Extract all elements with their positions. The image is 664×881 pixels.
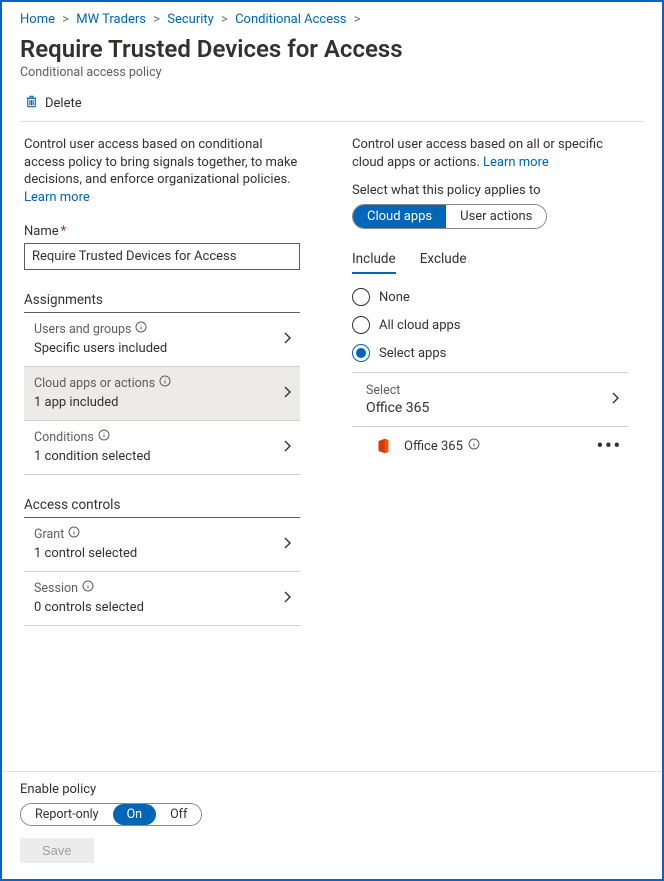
chevron-right-icon — [280, 331, 294, 349]
left-description: Control user access based on conditional… — [24, 136, 300, 206]
tab-include[interactable]: Include — [352, 251, 396, 274]
include-exclude-tabs: Include Exclude — [352, 251, 628, 274]
access-controls-heading: Access controls — [24, 497, 300, 513]
select-apps-row[interactable]: Select Office 365 — [352, 373, 628, 427]
tab-exclude[interactable]: Exclude — [420, 251, 467, 274]
breadcrumb-sep: > — [354, 12, 361, 27]
breadcrumb-home[interactable]: Home — [20, 12, 55, 27]
radio-icon — [352, 344, 370, 362]
breadcrumb-security[interactable]: Security — [167, 12, 214, 27]
row-title-text: Users and groups — [34, 322, 131, 337]
info-icon[interactable] — [68, 526, 80, 542]
radio-group: None All cloud apps Select apps — [352, 288, 628, 362]
footer: Enable policy Report-only On Off Save — [2, 771, 662, 879]
delete-button[interactable]: Delete — [24, 94, 644, 113]
toggle-on[interactable]: On — [113, 804, 157, 825]
name-input[interactable] — [24, 243, 300, 270]
delete-label: Delete — [45, 96, 82, 111]
breadcrumb-sep: > — [62, 12, 69, 27]
breadcrumb: Home > MW Traders > Security > Condition… — [20, 12, 644, 27]
right-description: Control user access based on all or spec… — [352, 136, 628, 171]
select-label: Select — [366, 383, 622, 398]
save-button[interactable]: Save — [20, 838, 94, 863]
row-sub-text: 1 condition selected — [34, 449, 290, 464]
row-users-and-groups[interactable]: Users and groups Specific users included — [24, 313, 300, 367]
learn-more-link[interactable]: Learn more — [483, 155, 549, 170]
row-session[interactable]: Session 0 controls selected — [24, 572, 300, 626]
assignments-heading: Assignments — [24, 292, 300, 308]
row-sub-text: Specific users included — [34, 341, 290, 356]
info-icon[interactable] — [159, 375, 171, 391]
breadcrumb-conditional-access[interactable]: Conditional Access — [235, 12, 346, 27]
toggle-report-only[interactable]: Report-only — [21, 804, 113, 825]
pill-user-actions[interactable]: User actions — [446, 205, 546, 228]
breadcrumb-sep: > — [221, 12, 228, 27]
breadcrumb-sep: > — [153, 12, 160, 27]
trash-icon — [24, 94, 39, 113]
info-icon[interactable] — [468, 438, 480, 454]
radio-label: Select apps — [379, 346, 446, 361]
chevron-right-icon — [280, 439, 294, 457]
enable-policy-label: Enable policy — [20, 782, 644, 797]
radio-icon — [352, 316, 370, 334]
chevron-right-icon — [280, 385, 294, 403]
breadcrumb-mwtraders[interactable]: MW Traders — [76, 12, 146, 27]
row-sub-text: 0 controls selected — [34, 600, 290, 615]
radio-select-apps[interactable]: Select apps — [352, 344, 628, 362]
radio-label: All cloud apps — [379, 318, 461, 333]
row-title-text: Session — [34, 581, 78, 596]
right-panel: Control user access based on all or spec… — [352, 136, 628, 626]
chevron-right-icon — [608, 391, 622, 409]
content-area: Home > MW Traders > Security > Condition… — [2, 2, 662, 771]
office-365-icon — [374, 437, 392, 455]
page-title: Require Trusted Devices for Access — [20, 35, 644, 63]
info-icon[interactable] — [82, 580, 94, 596]
row-conditions[interactable]: Conditions 1 condition selected — [24, 421, 300, 475]
chevron-right-icon — [280, 590, 294, 608]
app-list-item: Office 365 ••• — [352, 427, 628, 466]
name-label: Name* — [24, 224, 300, 239]
row-cloud-apps-or-actions[interactable]: Cloud apps or actions 1 app included — [24, 367, 300, 421]
applies-to-label: Select what this policy applies to — [352, 183, 628, 198]
row-title-text: Conditions — [34, 430, 94, 445]
header-divider — [20, 121, 644, 122]
required-indicator: * — [61, 224, 67, 239]
row-sub-text: 1 control selected — [34, 546, 290, 561]
left-panel: Control user access based on conditional… — [24, 136, 300, 626]
row-sub-text: 1 app included — [34, 395, 290, 410]
info-icon[interactable] — [135, 321, 147, 337]
chevron-right-icon — [280, 536, 294, 554]
learn-more-link[interactable]: Learn more — [24, 190, 90, 205]
page-frame: Home > MW Traders > Security > Condition… — [0, 0, 664, 881]
toggle-off[interactable]: Off — [156, 804, 201, 825]
row-grant[interactable]: Grant 1 control selected — [24, 518, 300, 572]
applies-to-toggle: Cloud apps User actions — [352, 204, 547, 229]
more-options-icon[interactable]: ••• — [597, 436, 622, 457]
pill-cloud-apps[interactable]: Cloud apps — [353, 205, 446, 228]
page-subtitle: Conditional access policy — [20, 65, 644, 80]
radio-label: None — [379, 290, 410, 305]
row-title-text: Grant — [34, 527, 64, 542]
radio-none[interactable]: None — [352, 288, 628, 306]
app-name: Office 365 — [404, 438, 480, 454]
info-icon[interactable] — [98, 429, 110, 445]
select-value: Office 365 — [366, 400, 622, 416]
columns: Control user access based on conditional… — [20, 136, 644, 626]
row-title-text: Cloud apps or actions — [34, 376, 155, 391]
enable-policy-toggle: Report-only On Off — [20, 803, 202, 826]
radio-all-cloud-apps[interactable]: All cloud apps — [352, 316, 628, 334]
radio-icon — [352, 288, 370, 306]
